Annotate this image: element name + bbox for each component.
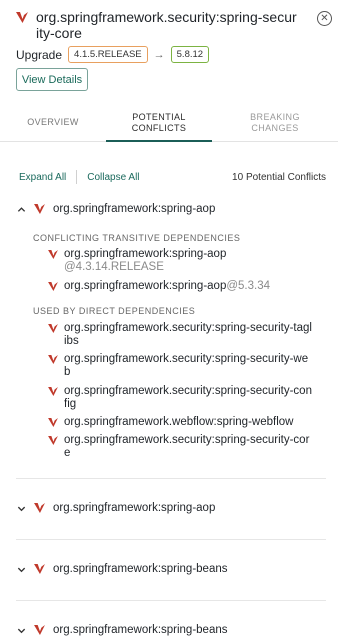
v-logo-icon bbox=[48, 355, 58, 364]
v-logo-icon bbox=[48, 436, 58, 445]
arrow-right-icon: → bbox=[153, 48, 165, 61]
conflict-group-header[interactable]: org.springframework:spring-beans bbox=[16, 563, 228, 575]
conflict-group-header[interactable]: org.springframework:spring-aop bbox=[16, 502, 215, 514]
transitive-section-title: CONFLICTING TRANSITIVE DEPENDENCIES bbox=[33, 233, 241, 243]
target-version-badge: 5.8.12 bbox=[170, 46, 210, 63]
v-logo-icon bbox=[48, 282, 58, 291]
expand-all-link[interactable]: Expand All bbox=[19, 172, 66, 183]
view-details-button[interactable]: View Details bbox=[16, 68, 88, 91]
page-title: org.springframework.security:spring-secu… bbox=[36, 9, 297, 41]
group-divider bbox=[16, 478, 326, 479]
v-logo-icon bbox=[48, 324, 58, 333]
dependency-name: org.springframework.security:spring-secu… bbox=[64, 322, 312, 347]
group-name: org.springframework:spring-aop bbox=[53, 502, 216, 514]
chevron-down-icon[interactable] bbox=[16, 503, 26, 513]
tab-potential-conflicts[interactable]: POTENTIAL CONFLICTS bbox=[106, 104, 212, 142]
group-name: org.springframework:spring-beans bbox=[53, 624, 228, 636]
toolbar-divider bbox=[76, 170, 78, 184]
title-row: org.springframework.security:spring-secu… bbox=[16, 9, 332, 41]
chevron-down-icon[interactable] bbox=[16, 625, 26, 635]
v-logo-icon bbox=[34, 564, 45, 574]
chevron-up-icon[interactable] bbox=[16, 204, 26, 214]
dependency-version: @4.3.14.RELEASE bbox=[64, 261, 164, 273]
list-item: org.springframework.security:spring-secu… bbox=[48, 434, 313, 460]
list-item: org.springframework.security:spring-secu… bbox=[48, 322, 313, 348]
list-item: org.springframework.security:spring-secu… bbox=[48, 353, 313, 379]
current-version-badge: 4.1.5.RELEASE bbox=[68, 46, 148, 63]
dependency-name: org.springframework.webflow:spring-webfl… bbox=[64, 416, 294, 428]
dependency-name: org.springframework.security:spring-secu… bbox=[64, 385, 312, 410]
list-item: org.springframework.security:spring-secu… bbox=[48, 385, 313, 411]
group-divider bbox=[16, 600, 326, 601]
direct-section-title: USED BY DIRECT DEPENDENCIES bbox=[33, 306, 196, 316]
collapse-all-link[interactable]: Collapse All bbox=[87, 172, 139, 183]
dependency-name: org.springframework:spring-aop bbox=[64, 280, 227, 292]
chevron-down-icon[interactable] bbox=[16, 564, 26, 574]
dependency-name: org.springframework:spring-aop bbox=[64, 248, 227, 260]
group-divider bbox=[16, 539, 326, 540]
conflict-group-header[interactable]: org.springframework:spring-aop bbox=[16, 203, 215, 215]
conflict-group-header[interactable]: org.springframework:spring-beans bbox=[16, 624, 228, 636]
tab-bar: OVERVIEW POTENTIAL CONFLICTS BREAKING CH… bbox=[0, 104, 338, 142]
dependency-name: org.springframework.security:spring-secu… bbox=[64, 434, 310, 459]
list-item: org.springframework:spring-aop @4.3.14.RE… bbox=[48, 248, 313, 274]
v-logo-icon bbox=[34, 204, 45, 214]
dependency-version: @5.3.34 bbox=[226, 280, 271, 292]
conflict-count: 10 Potential Conflicts bbox=[232, 171, 326, 183]
group-name: org.springframework:spring-aop bbox=[53, 203, 216, 215]
dependency-name: org.springframework.security:spring-secu… bbox=[64, 353, 309, 378]
v-logo-icon bbox=[34, 503, 45, 513]
conflict-toolbar: Expand All Collapse All 10 Potential Con… bbox=[19, 170, 326, 184]
v-logo-icon bbox=[48, 418, 58, 427]
list-item: org.springframework.webflow:spring-webfl… bbox=[48, 416, 313, 429]
v-logo-icon bbox=[48, 387, 58, 396]
header: org.springframework.security:spring-secu… bbox=[16, 9, 332, 41]
v-logo-icon bbox=[48, 250, 58, 259]
tab-overview[interactable]: OVERVIEW bbox=[0, 104, 106, 141]
close-icon[interactable]: ✕ bbox=[317, 11, 332, 26]
v-logo-icon bbox=[34, 625, 45, 635]
tab-breaking-changes[interactable]: BREAKING CHANGES bbox=[212, 104, 338, 141]
list-item: org.springframework:spring-aop@5.3.34 bbox=[48, 280, 313, 293]
upgrade-label: Upgrade bbox=[16, 47, 63, 62]
group-name: org.springframework:spring-beans bbox=[53, 563, 228, 575]
v-logo-icon bbox=[16, 12, 28, 23]
upgrade-row: Upgrade 4.1.5.RELEASE → 5.8.12 bbox=[16, 46, 210, 63]
